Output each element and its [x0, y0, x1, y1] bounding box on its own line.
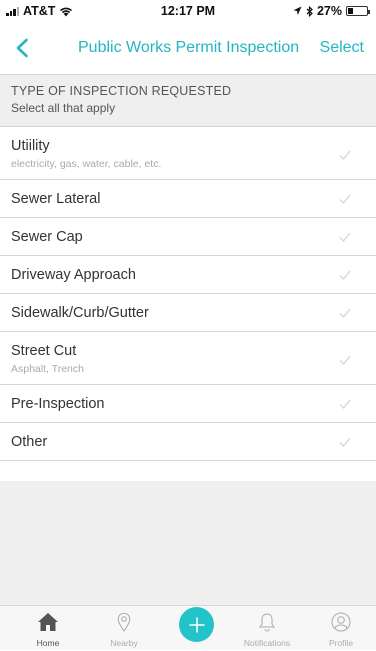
section-subtitle: Select all that apply: [11, 101, 116, 115]
user-icon: [331, 612, 351, 632]
bluetooth-icon: [306, 5, 313, 17]
tab-home[interactable]: Home: [22, 606, 74, 651]
option-label: Sewer Lateral: [11, 191, 101, 207]
tab-label: Nearby: [110, 638, 138, 648]
option-sidewalk-curb-gutter[interactable]: Sidewalk/Curb/Gutter: [0, 294, 376, 332]
empty-area: [0, 481, 376, 605]
section-title: TYPE OF INSPECTION REQUESTED: [11, 84, 232, 98]
checkmark-icon: [339, 194, 351, 204]
option-label: Sewer Cap: [11, 229, 83, 245]
checkmark-icon: [339, 399, 351, 409]
checkmark-icon: [339, 270, 351, 280]
option-pre-inspection[interactable]: Pre-Inspection: [0, 385, 376, 423]
option-label: Other: [11, 434, 48, 450]
tab-nearby[interactable]: Nearby: [97, 606, 151, 651]
bell-icon: [259, 613, 275, 632]
back-button[interactable]: [8, 34, 36, 62]
option-sewer-cap[interactable]: Sewer Cap: [0, 218, 376, 256]
section-header: TYPE OF INSPECTION REQUESTED Select all …: [0, 74, 376, 127]
chevron-left-icon: [16, 38, 28, 58]
option-label: Street Cut: [11, 343, 77, 359]
tab-label: Notifications: [243, 638, 291, 648]
plus-icon: [189, 617, 204, 632]
battery-fill: [348, 8, 353, 14]
option-sewer-lateral[interactable]: Sewer Lateral: [0, 180, 376, 218]
location-pin-icon: [117, 612, 131, 632]
home-icon: [38, 613, 58, 631]
checkmark-icon: [339, 437, 351, 447]
tab-notifications[interactable]: Notifications: [232, 606, 302, 651]
location-arrow-icon: [293, 6, 302, 15]
checkmark-icon: [339, 232, 351, 242]
option-utility[interactable]: Utiility electricity, gas, water, cable,…: [0, 127, 376, 180]
option-driveway-approach[interactable]: Driveway Approach: [0, 256, 376, 294]
inspection-type-list: Utiility electricity, gas, water, cable,…: [0, 127, 376, 461]
page-title: Public Works Permit Inspection: [78, 39, 300, 56]
select-button[interactable]: Select: [320, 39, 364, 57]
option-sublabel: Asphalt, Trench: [11, 363, 84, 375]
tab-label: Home: [36, 638, 60, 648]
option-label: Sidewalk/Curb/Gutter: [11, 305, 149, 321]
tab-profile[interactable]: Profile: [318, 606, 364, 651]
checkmark-icon: [339, 355, 351, 365]
option-label: Pre-Inspection: [11, 396, 105, 412]
status-bar: AT&T 12:17 PM 27%: [0, 0, 376, 22]
nav-bar: Public Works Permit Inspection Select: [0, 22, 376, 74]
option-label: Driveway Approach: [11, 267, 136, 283]
option-other[interactable]: Other: [0, 423, 376, 461]
battery-icon: [346, 6, 370, 16]
option-sublabel: electricity, gas, water, cable, etc.: [11, 158, 162, 170]
add-button[interactable]: [179, 607, 214, 642]
option-label: Utiility: [11, 138, 50, 154]
option-street-cut[interactable]: Street Cut Asphalt, Trench: [0, 332, 376, 385]
tab-label: Profile: [328, 638, 354, 648]
checkmark-icon: [339, 308, 351, 318]
battery-percent: 27%: [316, 4, 342, 18]
checkmark-icon: [339, 150, 351, 160]
